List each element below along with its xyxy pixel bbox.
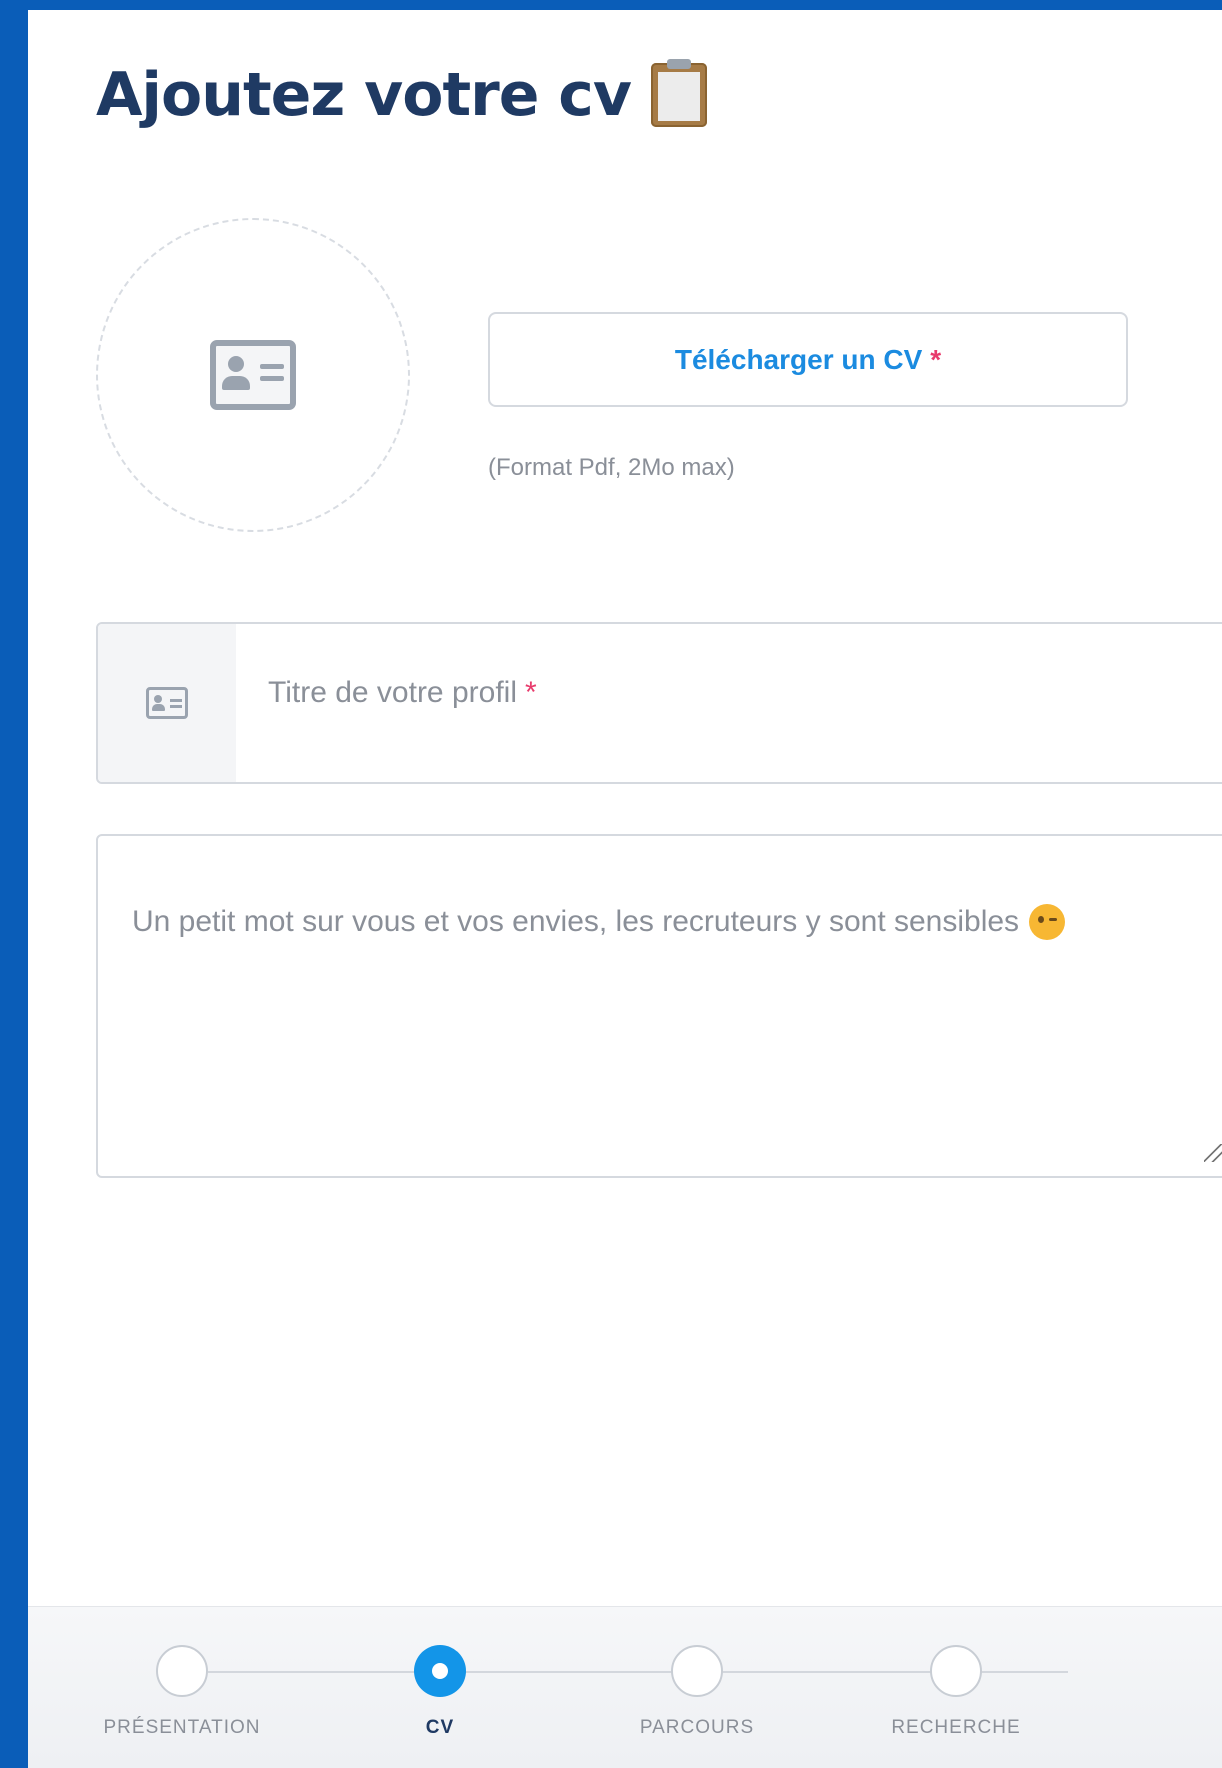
progress-stepper: PRÉSENTATION CV PARCOURS RECHERCHE (28, 1606, 1222, 1768)
step-dot (930, 1645, 982, 1697)
required-mark: * (930, 343, 942, 375)
step-cv[interactable]: CV (320, 1645, 560, 1739)
step-presentation[interactable]: PRÉSENTATION (62, 1645, 302, 1739)
about-textarea[interactable]: Un petit mot sur vous et vos envies, les… (96, 834, 1222, 1178)
step-label: RECHERCHE (891, 1717, 1021, 1738)
clipboard-icon (651, 59, 707, 127)
page-title-text: Ajoutez votre cv (96, 60, 632, 130)
about-placeholder-text: Un petit mot sur vous et vos envies, les… (132, 905, 1020, 938)
upload-cv-label: Télécharger un CV (674, 343, 923, 375)
cv-preview-dropzone[interactable] (96, 218, 410, 532)
step-recherche[interactable]: RECHERCHE (836, 1645, 1076, 1739)
upload-cv-button[interactable]: Télécharger un CV * (488, 312, 1128, 407)
id-card-icon (146, 687, 188, 719)
profile-title-addon (98, 624, 236, 782)
step-label: PARCOURS (639, 1717, 755, 1738)
step-dot (156, 1645, 208, 1697)
format-hint: (Format Pdf, 2Mo max) (488, 454, 735, 481)
profile-title-placeholder: Titre de votre profil (268, 676, 517, 709)
page-title: Ajoutez votre cv (96, 59, 707, 130)
step-dot (414, 1645, 466, 1697)
resize-handle-icon[interactable] (1204, 1144, 1222, 1162)
step-label: CV (425, 1717, 455, 1738)
profile-title-field[interactable]: Titre de votre profil * (96, 622, 1222, 784)
id-card-icon (210, 340, 296, 410)
app-frame: Ajoutez votre cv Télécharger un CV * (Fo… (0, 0, 1222, 1768)
step-dot (671, 1645, 723, 1697)
required-mark: * (524, 676, 537, 709)
profile-title-input[interactable]: Titre de votre profil * (236, 624, 537, 772)
about-placeholder: Un petit mot sur vous et vos envies, les… (132, 904, 1066, 940)
step-parcours[interactable]: PARCOURS (577, 1645, 817, 1739)
step-label: PRÉSENTATION (103, 1717, 261, 1738)
wink-emoji-icon (1029, 904, 1066, 940)
